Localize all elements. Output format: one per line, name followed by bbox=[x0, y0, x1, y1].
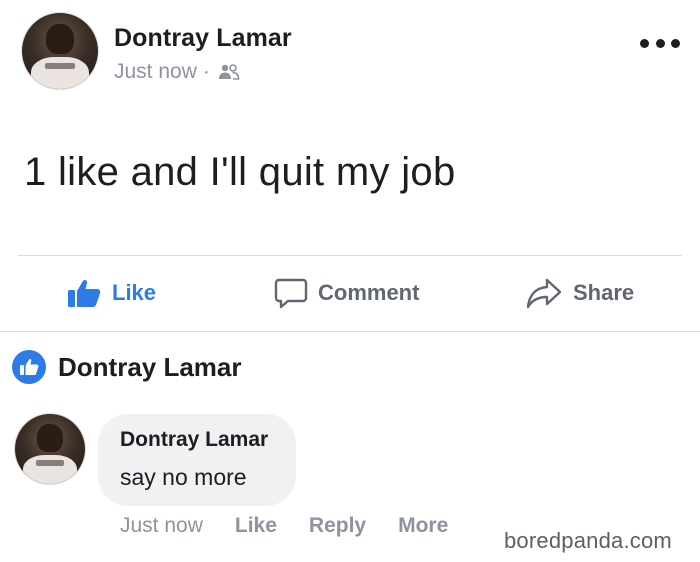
section-divider bbox=[0, 331, 700, 332]
avatar-face bbox=[46, 23, 74, 55]
divider bbox=[18, 255, 682, 256]
comment-reply-button[interactable]: Reply bbox=[309, 514, 366, 542]
comment-actions: Just now Like Reply More bbox=[120, 514, 480, 542]
thumbs-up-icon bbox=[68, 279, 101, 307]
comment-icon bbox=[274, 278, 308, 309]
reactions-row[interactable]: Dontray Lamar bbox=[12, 350, 242, 384]
post-meta: Just now · bbox=[114, 60, 240, 84]
avatar-shirt bbox=[23, 454, 77, 484]
commenter-avatar[interactable] bbox=[15, 414, 85, 484]
comment-bubble: Dontray Lamar say no more bbox=[98, 414, 296, 506]
more-options-icon[interactable] bbox=[640, 36, 680, 50]
avatar-shirt-print bbox=[36, 460, 64, 466]
meta-separator: · bbox=[202, 60, 210, 83]
comment-text: say no more bbox=[120, 464, 247, 490]
post-timestamp[interactable]: Just now bbox=[114, 60, 197, 84]
thumbs-up-icon bbox=[20, 358, 39, 375]
share-icon bbox=[526, 278, 562, 309]
comment-more-button[interactable]: More bbox=[398, 514, 448, 542]
liker-name[interactable]: Dontray Lamar bbox=[58, 352, 242, 383]
watermark: boredpanda.com bbox=[504, 528, 672, 553]
comment-like-button[interactable]: Like bbox=[235, 514, 277, 542]
comment-author[interactable]: Dontray Lamar bbox=[120, 428, 268, 452]
post-text: 1 like and I'll quit my job bbox=[24, 150, 456, 194]
comment-timestamp[interactable]: Just now bbox=[120, 514, 203, 542]
dot bbox=[655, 38, 665, 48]
post-card: Dontray Lamar Just now · 1 like and I'll… bbox=[0, 0, 700, 332]
share-button[interactable]: Share bbox=[525, 276, 634, 310]
avatar-shirt-print bbox=[44, 63, 76, 70]
author-avatar[interactable] bbox=[22, 13, 98, 89]
dot bbox=[640, 38, 649, 48]
like-label: Like bbox=[112, 280, 157, 305]
post-author-name[interactable]: Dontray Lamar bbox=[114, 24, 292, 53]
dot bbox=[671, 38, 680, 48]
avatar-shirt bbox=[31, 57, 89, 89]
like-badge-icon bbox=[12, 350, 46, 384]
like-button[interactable]: Like bbox=[66, 276, 156, 310]
avatar-face bbox=[37, 423, 63, 452]
comment-button[interactable]: Comment bbox=[274, 276, 419, 310]
comment-label: Comment bbox=[318, 280, 420, 305]
share-label: Share bbox=[573, 280, 635, 305]
friends-icon[interactable] bbox=[218, 63, 240, 81]
